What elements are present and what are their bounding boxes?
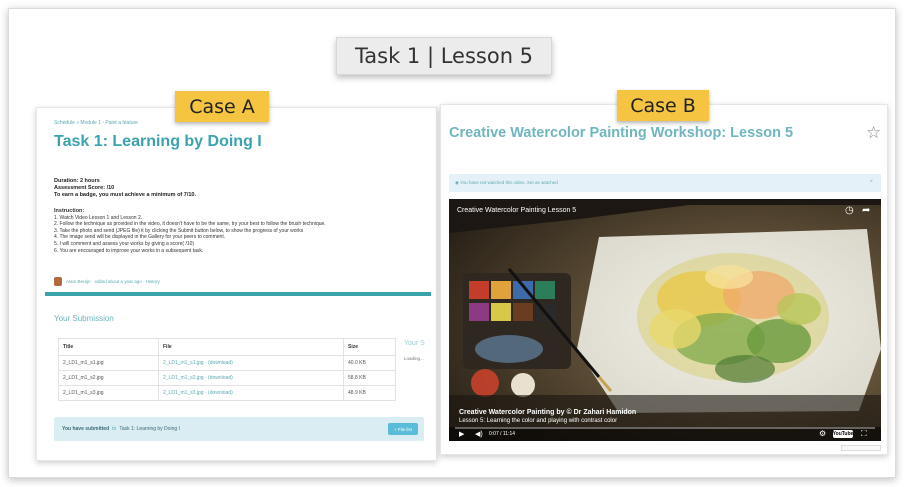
instruction-line: 2. Follow the technique as provided in t… (54, 221, 326, 228)
column-header[interactable]: Size (343, 338, 396, 356)
instruction-line: 3. Take the photo and send (JPEG file) i… (54, 227, 304, 234)
instruction-line: 1. Watch Video Lesson 1 and Lesson 2. (54, 214, 143, 221)
case-a-label: Case A (175, 91, 269, 122)
file-list-button[interactable]: + File list (388, 423, 418, 435)
video-player[interactable]: Creative Watercolor Painting Lesson 5 ◷ … (449, 199, 881, 441)
page-title: Task 1 | Lesson 5 (336, 37, 552, 75)
file-link[interactable]: 2_LD1_m1_s1.jpg · (download) (158, 355, 344, 371)
author-text[interactable]: Alam Berajri · edited about a year ago ·… (66, 279, 160, 284)
notice-link[interactable]: Task 1: Learning by Doing I (119, 426, 180, 432)
badge-text: To earn a badge, you must achieve a mini… (54, 192, 197, 198)
duration-text: Duration: 2 hours (54, 178, 100, 184)
notice-prefix: You have submitted (62, 426, 110, 432)
file-title: 2_LD1_m1_s2.jpg (58, 370, 159, 386)
instruction-line: 5. I will comment and assess your works … (54, 240, 195, 247)
video-progress-bar[interactable] (455, 427, 875, 429)
file-title: 2_LD1_m1_s1.jpg (58, 355, 159, 371)
case-b-label: Case B (617, 90, 709, 121)
submission-heading: Your Submission (54, 314, 114, 323)
task-meta: Duration: 2 hours Assessment Score: /10 … (54, 178, 196, 199)
video-caption-title: Creative Watercolor Painting by © Dr Zah… (459, 409, 637, 416)
fullscreen-icon[interactable]: ⛶ (861, 429, 867, 439)
footer-strip (841, 445, 881, 451)
star-outline-icon[interactable]: ☆ (866, 123, 881, 143)
table-row: 2_LD1_m1_s1.jpg 2_LD1_m1_s1.jpg · (downl… (58, 355, 396, 371)
avatar (54, 277, 62, 286)
video-title[interactable]: Creative Watercolor Painting Lesson 5 (457, 207, 576, 214)
table-row: 2_LD1_m1_s2.jpg 2_LD1_m1_s2.jpg · (downl… (58, 370, 396, 386)
watched-status-bar: ◉ You have not watched this video. Set a… (449, 174, 881, 192)
watch-later-icon[interactable]: ◷ (845, 205, 854, 216)
video-controls: ▶ ◀) 0:07 / 11:14 ⚙ YouTube ⛶ (449, 427, 881, 441)
submission-notice: You have submitted to Task 1: Learning b… (54, 417, 424, 441)
table-row: 2_LD1_m1_s3.jpg 2_LD1_m1_s3.jpg · (downl… (58, 385, 396, 401)
author-line: Alam Berajri · edited about a year ago ·… (54, 277, 160, 286)
instruction-heading: Instruction: (54, 208, 85, 214)
notice-joiner: to (112, 426, 117, 432)
breadcrumb[interactable]: Schedule » Module 1 - Paint a feature (54, 120, 138, 126)
loading-text: Loading... (404, 356, 424, 361)
side-heading: Your S (404, 340, 425, 347)
play-icon[interactable]: ▶ (459, 430, 464, 438)
file-size: 48.9 KB (343, 385, 396, 401)
column-header[interactable]: Title (58, 338, 159, 356)
file-size: 58.8 KB (343, 370, 396, 386)
workshop-title: Creative Watercolor Painting Workshop: L… (449, 125, 794, 141)
settings-icon[interactable]: ⚙ (819, 429, 826, 438)
case-a-panel: Schedule » Module 1 - Paint a feature Ta… (36, 107, 437, 461)
file-title: 2_LD1_m1_s3.jpg (58, 385, 159, 401)
divider (45, 292, 431, 296)
instruction-line: 6. You are encouraged to improve your wo… (54, 247, 204, 254)
close-icon[interactable]: × (869, 179, 873, 185)
share-icon[interactable]: ➦ (862, 205, 870, 216)
file-link[interactable]: 2_LD1_m1_s2.jpg · (download) (158, 370, 344, 386)
instruction-line: 4. The image send will be displayed in t… (54, 234, 226, 241)
file-size: 40.0 KB (343, 355, 396, 371)
file-link[interactable]: 2_LD1_m1_s3.jpg · (download) (158, 385, 344, 401)
task-title: Task 1: Learning by Doing I (54, 133, 262, 150)
watched-text[interactable]: ◉ You have not watched this video. Set a… (455, 180, 558, 186)
table-header-row: Title File Size (58, 338, 396, 356)
volume-icon[interactable]: ◀) (475, 430, 483, 438)
submission-table: Title File Size 2_LD1_m1_s1.jpg 2_LD1_m1… (58, 338, 396, 401)
column-header[interactable]: File (158, 338, 344, 356)
score-text: Assessment Score: /10 (54, 185, 115, 191)
youtube-logo[interactable]: YouTube (833, 430, 853, 438)
video-caption-subtitle: Lesson 5: Learning the color and playing… (459, 418, 618, 424)
instructions: Instruction: 1. Watch Video Lesson 1 and… (54, 208, 429, 254)
case-b-panel: Creative Watercolor Painting Workshop: L… (440, 104, 888, 455)
video-frame-image (449, 199, 881, 441)
video-time: 0:07 / 11:14 (489, 431, 516, 437)
